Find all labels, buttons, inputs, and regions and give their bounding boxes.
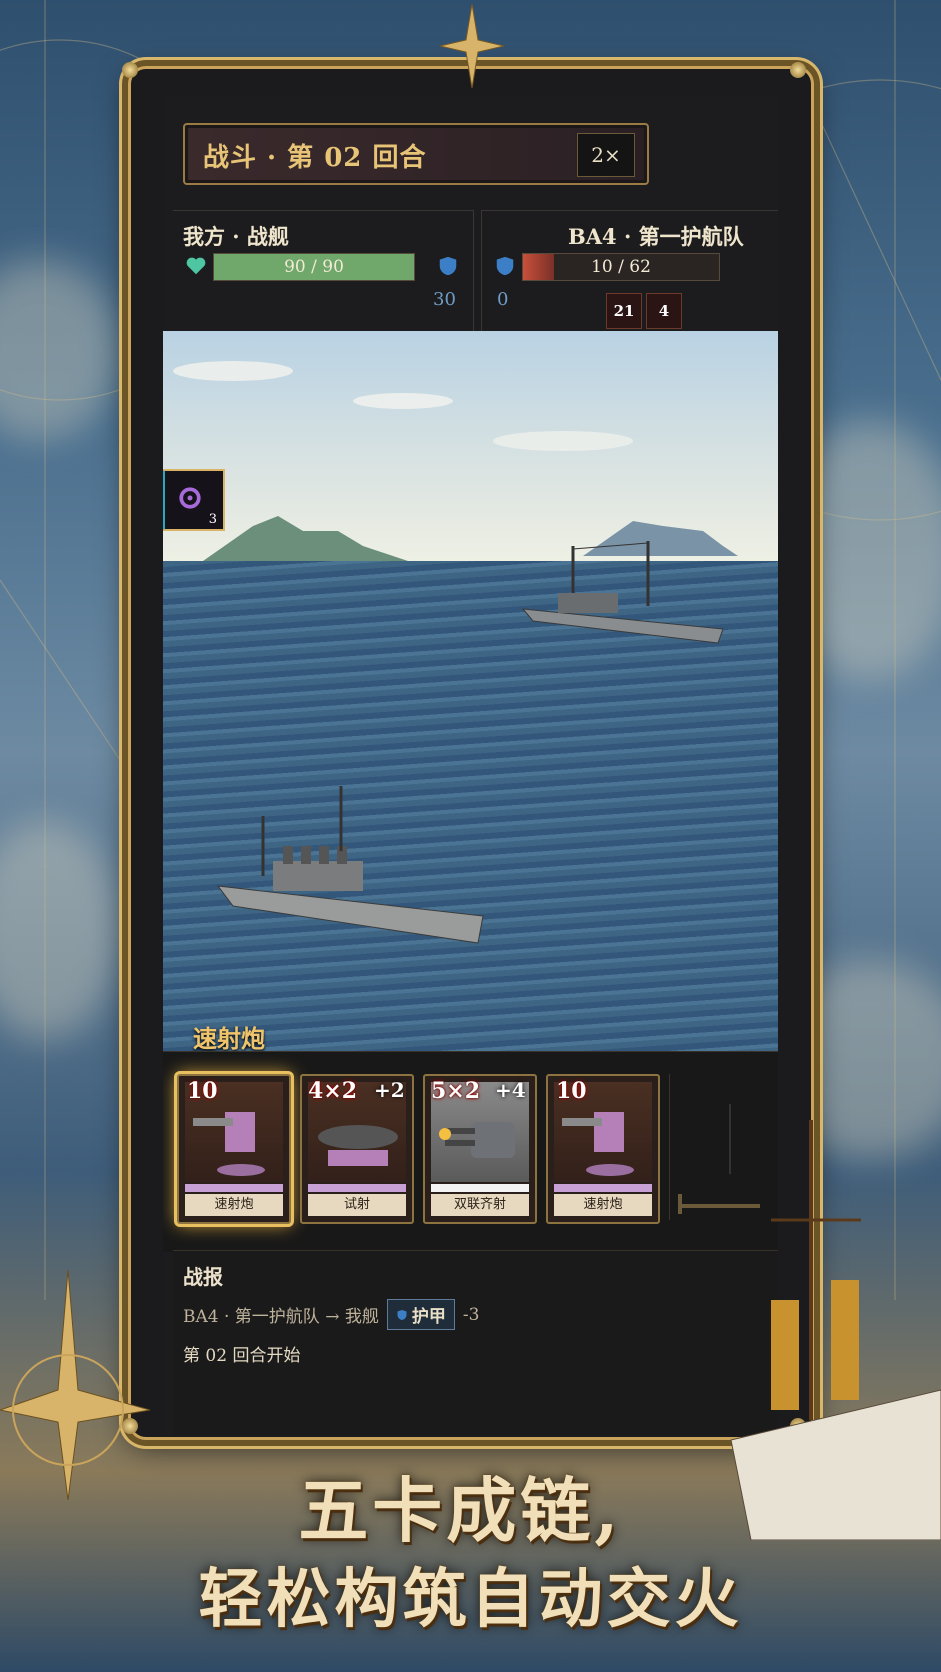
game-screen: 战斗 · 第 02 回合 2× 我方 · 战舰 90 / 90 30 BA4 ·…: [163, 95, 778, 1435]
enemy-hp-text: 10 / 62: [591, 257, 651, 277]
scene-illustration: [173, 361, 738, 944]
speed-toggle-button[interactable]: 2×: [577, 133, 635, 177]
armor-tag: 护甲: [386, 1299, 455, 1330]
status-effect-badge[interactable]: 3: [163, 469, 225, 531]
card-twin-salvo[interactable]: 5×2 +4 双联齐射: [423, 1074, 537, 1224]
battle-log-entry: BA4 · 第一护航队 → 我舰 护甲 -3: [183, 1299, 479, 1330]
shield-icon: [397, 1309, 407, 1320]
player-cruiser-ship: [216, 786, 484, 944]
enemy-intent-attack[interactable]: 4: [646, 293, 682, 329]
enemy-status-panel: BA4 · 第一护航队 10 / 62 0 21 4: [481, 210, 778, 336]
card-buff-value: +2: [374, 1078, 405, 1102]
armor-tag-label: 护甲: [411, 1307, 446, 1327]
card-type-stripe: [554, 1184, 652, 1192]
battle-title-bar: 战斗 · 第 02 回合 2×: [183, 123, 649, 185]
frame-rivet: [122, 62, 138, 78]
frame-rivet: [790, 62, 806, 78]
player-armor-value: 30: [433, 289, 456, 310]
battle-scene: 3: [163, 331, 778, 1051]
slogan-line-1: 五卡成链,: [298, 1469, 623, 1552]
card-rapid-fire-gun[interactable]: 10 速射炮: [177, 1074, 291, 1224]
card-type-stripe: [308, 1184, 406, 1192]
compass-star-ornament: [440, 4, 504, 88]
card-ranging-shot[interactable]: 4×2 +2 试射: [300, 1074, 414, 1224]
battle-log-title: 战报: [183, 1265, 223, 1289]
log-entry-source: BA4 · 第一护航队 → 我舰: [183, 1307, 379, 1327]
shield-icon: [496, 256, 514, 276]
card-label: 双联齐射: [431, 1194, 529, 1216]
enemy-hp-bar: 10 / 62: [522, 253, 720, 281]
selected-card-name: 速射炮: [193, 1024, 265, 1053]
player-ship-name: 我方 · 战舰: [183, 224, 289, 249]
player-hp-bar: 90 / 90: [213, 253, 415, 281]
card-type-stripe: [185, 1184, 283, 1192]
battle-log-entry: 第 02 回合开始: [183, 1346, 301, 1366]
enemy-ship-name: BA4 · 第一护航队: [568, 224, 744, 249]
log-entry-value: -3: [462, 1304, 480, 1325]
card-rapid-fire-gun[interactable]: 10 速射炮: [546, 1074, 660, 1224]
island: [583, 521, 738, 556]
enemy-cruiser-ship: [521, 541, 724, 644]
card-buff-value: +4: [495, 1078, 526, 1102]
card-label: 速射炮: [185, 1194, 283, 1216]
card-label: 速射炮: [554, 1194, 652, 1216]
enemy-armor-value: 0: [497, 289, 509, 310]
island: [203, 516, 408, 561]
shield-icon: [439, 256, 457, 276]
card-label: 试射: [308, 1194, 406, 1216]
card-hand: 10 速射炮 4×2 +2 试射 5×2 +4 双联齐射 10 速射炮: [163, 1051, 778, 1252]
heart-icon: [186, 257, 206, 275]
slogan-line-2: 轻松构筑自动交火: [198, 1562, 743, 1637]
card-type-stripe: [431, 1184, 529, 1192]
player-hp-text: 90 / 90: [284, 257, 344, 277]
status-effect-count: 3: [208, 512, 217, 527]
enemy-intent-attack[interactable]: 21: [606, 293, 642, 329]
player-status-panel: 我方 · 战舰 90 / 90 30: [173, 210, 474, 336]
card-damage-value: 4×2: [308, 1078, 358, 1104]
target-reticle-icon: [179, 487, 201, 509]
battle-round-title: 战斗 · 第 02 回合: [203, 143, 427, 173]
card-damage-value: 10: [556, 1078, 587, 1104]
battle-log[interactable]: 战报 BA4 · 第一护航队 → 我舰 护甲 -3 第 02 回合开始: [173, 1250, 778, 1435]
card-damage-value: 5×2: [431, 1078, 481, 1104]
card-damage-value: 10: [187, 1078, 218, 1104]
